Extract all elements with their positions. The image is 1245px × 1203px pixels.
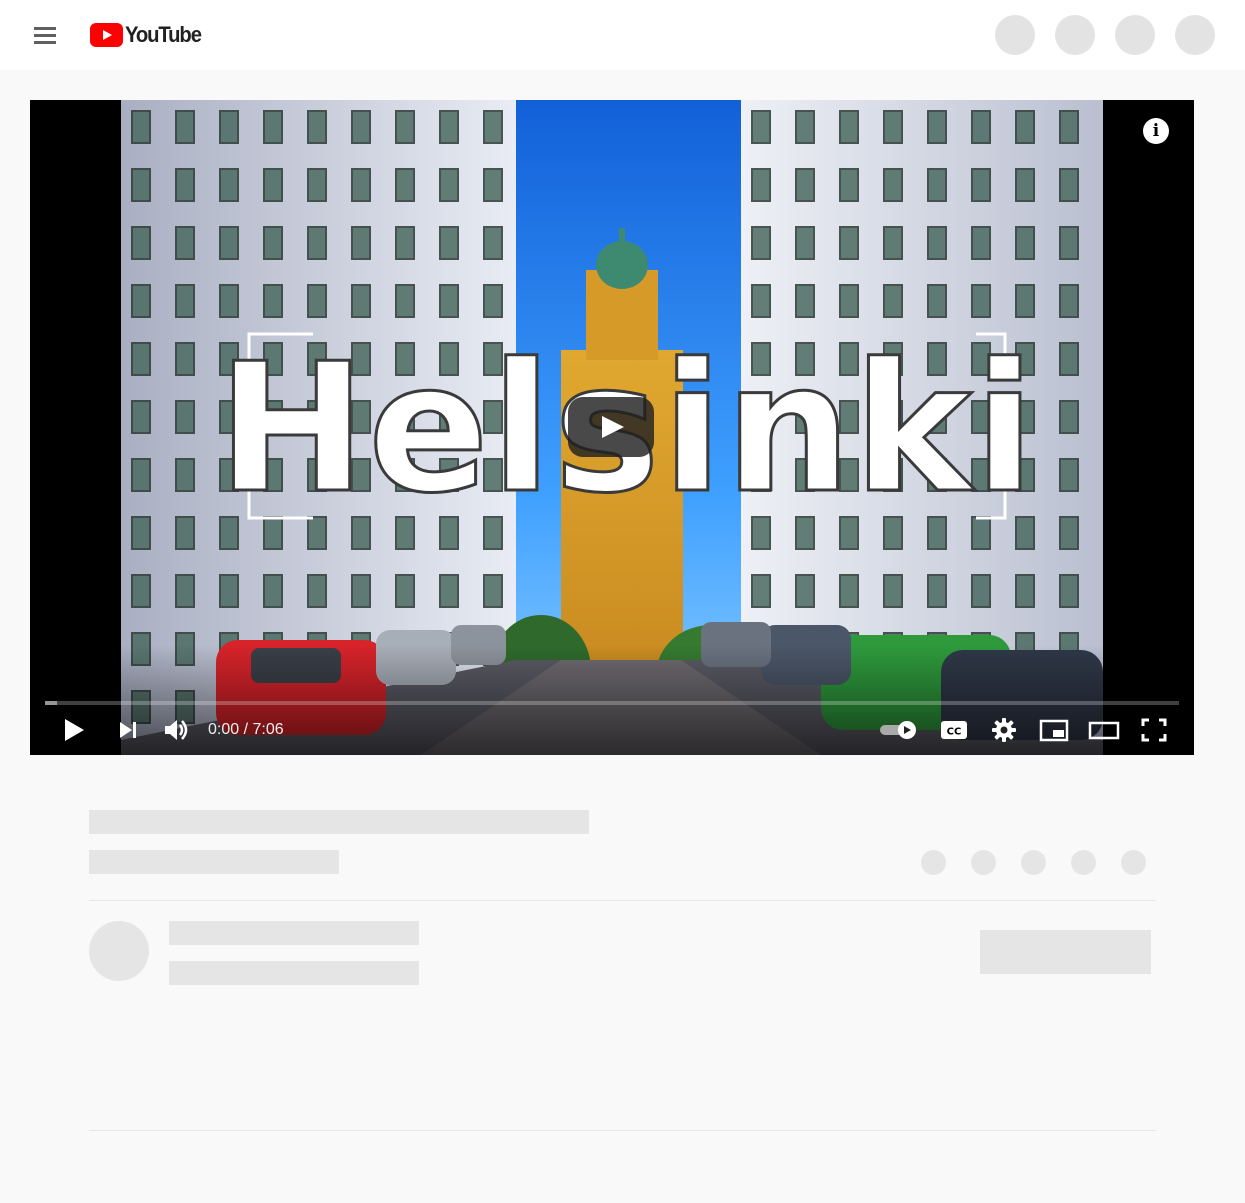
masthead: YouTube <box>0 0 1245 70</box>
avatar-placeholder[interactable] <box>1175 15 1215 55</box>
action-button-skeleton <box>921 850 946 875</box>
youtube-play-icon <box>90 23 123 47</box>
captions-icon[interactable]: CC <box>934 710 974 750</box>
channel-avatar-skeleton <box>89 921 149 981</box>
video-player[interactable]: Helsinki i 0:00 / 7:06 <box>30 100 1194 755</box>
play-icon[interactable] <box>54 710 94 750</box>
theater-mode-icon[interactable] <box>1084 710 1124 750</box>
divider <box>89 900 1156 901</box>
youtube-logo[interactable]: YouTube <box>90 22 207 48</box>
header-button-placeholder[interactable] <box>1115 15 1155 55</box>
hamburger-menu-icon[interactable] <box>28 19 62 51</box>
action-button-skeleton <box>1021 850 1046 875</box>
divider <box>89 1130 1156 1131</box>
miniplayer-icon[interactable] <box>1034 710 1074 750</box>
action-button-skeleton <box>1071 850 1096 875</box>
info-icon[interactable]: i <box>1143 118 1169 144</box>
time-display: 0:00 / 7:06 <box>208 721 284 738</box>
volume-icon[interactable] <box>157 710 197 750</box>
subscribe-button-skeleton <box>980 930 1151 974</box>
header-button-placeholder[interactable] <box>995 15 1035 55</box>
channel-name-skeleton <box>169 921 419 945</box>
large-play-icon[interactable] <box>568 397 654 457</box>
next-icon[interactable] <box>108 710 148 750</box>
action-button-skeleton <box>971 850 996 875</box>
settings-gear-icon[interactable] <box>984 710 1024 750</box>
header-button-placeholder[interactable] <box>1055 15 1095 55</box>
title-skeleton <box>89 810 589 834</box>
player-controls: 0:00 / 7:06 CC <box>30 705 1194 755</box>
logo-text: YouTube <box>125 22 202 47</box>
fullscreen-icon[interactable] <box>1134 710 1174 750</box>
autoplay-toggle-icon[interactable] <box>877 710 921 750</box>
views-skeleton <box>89 850 339 874</box>
action-button-skeleton <box>1121 850 1146 875</box>
svg-text:CC: CC <box>947 727 962 738</box>
subscriber-count-skeleton <box>169 961 419 985</box>
